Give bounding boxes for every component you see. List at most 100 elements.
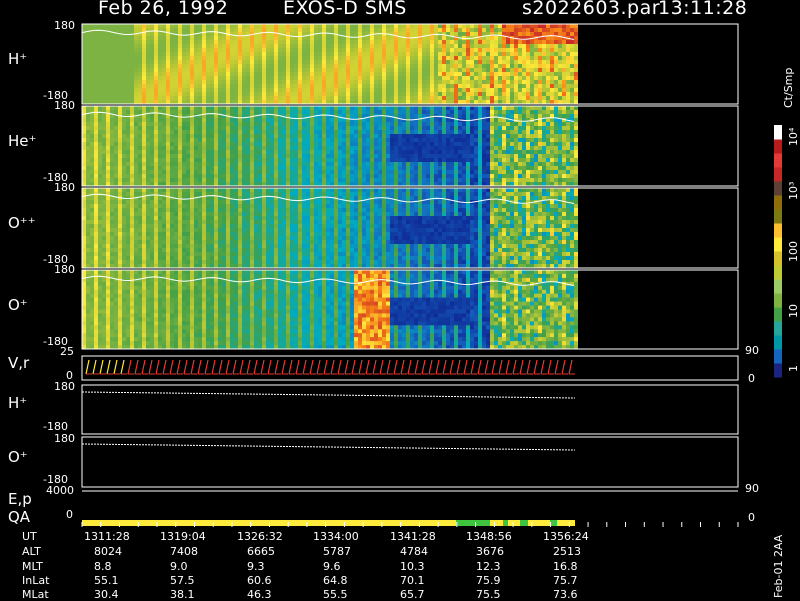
colorbar-swatch <box>774 125 782 140</box>
tick-vr-right-min: 0 <box>748 372 755 385</box>
colorbar-tick-1e4: 10⁴ <box>787 128 800 146</box>
vr-tick <box>128 360 131 374</box>
vr-tick <box>282 360 285 374</box>
vr-tick <box>457 360 460 374</box>
vr-tick <box>492 360 495 374</box>
tick-ep-right-max: 90 <box>745 482 759 495</box>
vr-tick <box>352 360 355 374</box>
table-cell: 1348:56 <box>466 530 512 543</box>
qa-segment <box>456 520 490 526</box>
colorbar-tick-1: 1 <box>787 365 800 372</box>
colorbar-swatch <box>774 265 782 280</box>
vr-tick <box>198 360 201 374</box>
vr-tick <box>149 360 152 374</box>
plot-area <box>0 0 800 600</box>
table-cell: 9.3 <box>247 560 265 573</box>
panel-label-o-pp: O⁺⁺ <box>8 214 36 232</box>
vr-tick <box>100 360 103 374</box>
header-time: 13:11:28 <box>658 0 747 19</box>
vr-tick <box>555 360 558 374</box>
table-cell: 30.4 <box>94 588 119 601</box>
vr-tick <box>310 360 313 374</box>
table-cell: 73.6 <box>553 588 578 601</box>
table-cell: 8.8 <box>94 560 112 573</box>
heatmap-panel-1 <box>82 106 578 186</box>
vr-tick <box>429 360 432 374</box>
table-cell: 7408 <box>170 545 198 558</box>
table-cell: 75.9 <box>476 574 501 587</box>
vr-tick <box>233 360 236 374</box>
vr-tick <box>114 360 117 374</box>
table-cell: 64.8 <box>323 574 348 587</box>
colorbar-swatch <box>774 237 782 252</box>
colorbar-tick-1e3: 10³ <box>787 182 800 200</box>
vr-tick <box>289 360 292 374</box>
vr-tick <box>506 360 509 374</box>
vr-tick <box>373 360 376 374</box>
vr-tick <box>499 360 502 374</box>
table-cell: 16.8 <box>553 560 578 573</box>
colorbar-swatch <box>774 209 782 224</box>
vr-tick <box>247 360 250 374</box>
colorbar-swatch <box>774 363 782 378</box>
table-cell: 3676 <box>476 545 504 558</box>
vr-tick <box>107 360 110 374</box>
colorbar-swatch <box>774 195 782 210</box>
angle-trace-1 <box>82 444 575 450</box>
vr-tick <box>240 360 243 374</box>
table-cell: 75.7 <box>553 574 578 587</box>
table-cell: 55.1 <box>94 574 119 587</box>
vr-tick <box>366 360 369 374</box>
colorbar-swatch <box>774 279 782 294</box>
panel-label-ep: E,p <box>8 490 32 508</box>
tick-opp-max: 180 <box>54 181 75 194</box>
vr-tick <box>338 360 341 374</box>
vr-tick <box>212 360 215 374</box>
vr-tick <box>443 360 446 374</box>
vr-tick <box>380 360 383 374</box>
colorbar-swatch <box>774 349 782 364</box>
colorbar-swatch <box>774 251 782 266</box>
table-cell: 6665 <box>247 545 275 558</box>
vr-tick <box>142 360 145 374</box>
qa-bar <box>82 520 575 526</box>
table-cell: 1341:28 <box>390 530 436 543</box>
colorbar-swatch <box>774 181 782 196</box>
vr-tick <box>541 360 544 374</box>
row-label-mlt: MLT <box>22 560 43 573</box>
table-cell: 10.3 <box>400 560 425 573</box>
vr-tick <box>275 360 278 374</box>
table-cell: 70.1 <box>400 574 425 587</box>
table-cell: 2513 <box>553 545 581 558</box>
vr-tick <box>520 360 523 374</box>
qa-segment <box>503 520 508 526</box>
header-mission: EXOS-D SMS <box>283 0 407 19</box>
vr-tick <box>219 360 222 374</box>
vr-tick <box>121 360 124 374</box>
tick-he-max: 180 <box>54 99 75 112</box>
table-cell: 1334:00 <box>313 530 359 543</box>
table-cell: 1319:04 <box>160 530 206 543</box>
table-cell: 9.6 <box>323 560 341 573</box>
tick-vr-right-max: 90 <box>745 344 759 357</box>
table-cell: 75.5 <box>476 588 501 601</box>
table-cell: 12.3 <box>476 560 501 573</box>
vr-tick <box>177 360 180 374</box>
header-date: Feb 26, 1992 <box>98 0 228 19</box>
colorbar-swatch <box>774 293 782 308</box>
row-label-inlat: InLat <box>22 574 49 587</box>
vr-tick <box>345 360 348 374</box>
panel-label-qa: QA <box>8 508 30 526</box>
vr-tick <box>387 360 390 374</box>
panel-label-h-plus-line: H⁺ <box>8 394 27 412</box>
panel-label-h-plus: H⁺ <box>8 50 27 68</box>
qa-segment <box>520 520 528 526</box>
vr-tick <box>324 360 327 374</box>
colorbar-swatch <box>774 335 782 350</box>
vr-tick <box>317 360 320 374</box>
vr-tick <box>296 360 299 374</box>
vr-tick <box>464 360 467 374</box>
tick-vr-max: 25 <box>60 345 74 358</box>
table-cell: 8024 <box>94 545 122 558</box>
table-cell: 65.7 <box>400 588 425 601</box>
